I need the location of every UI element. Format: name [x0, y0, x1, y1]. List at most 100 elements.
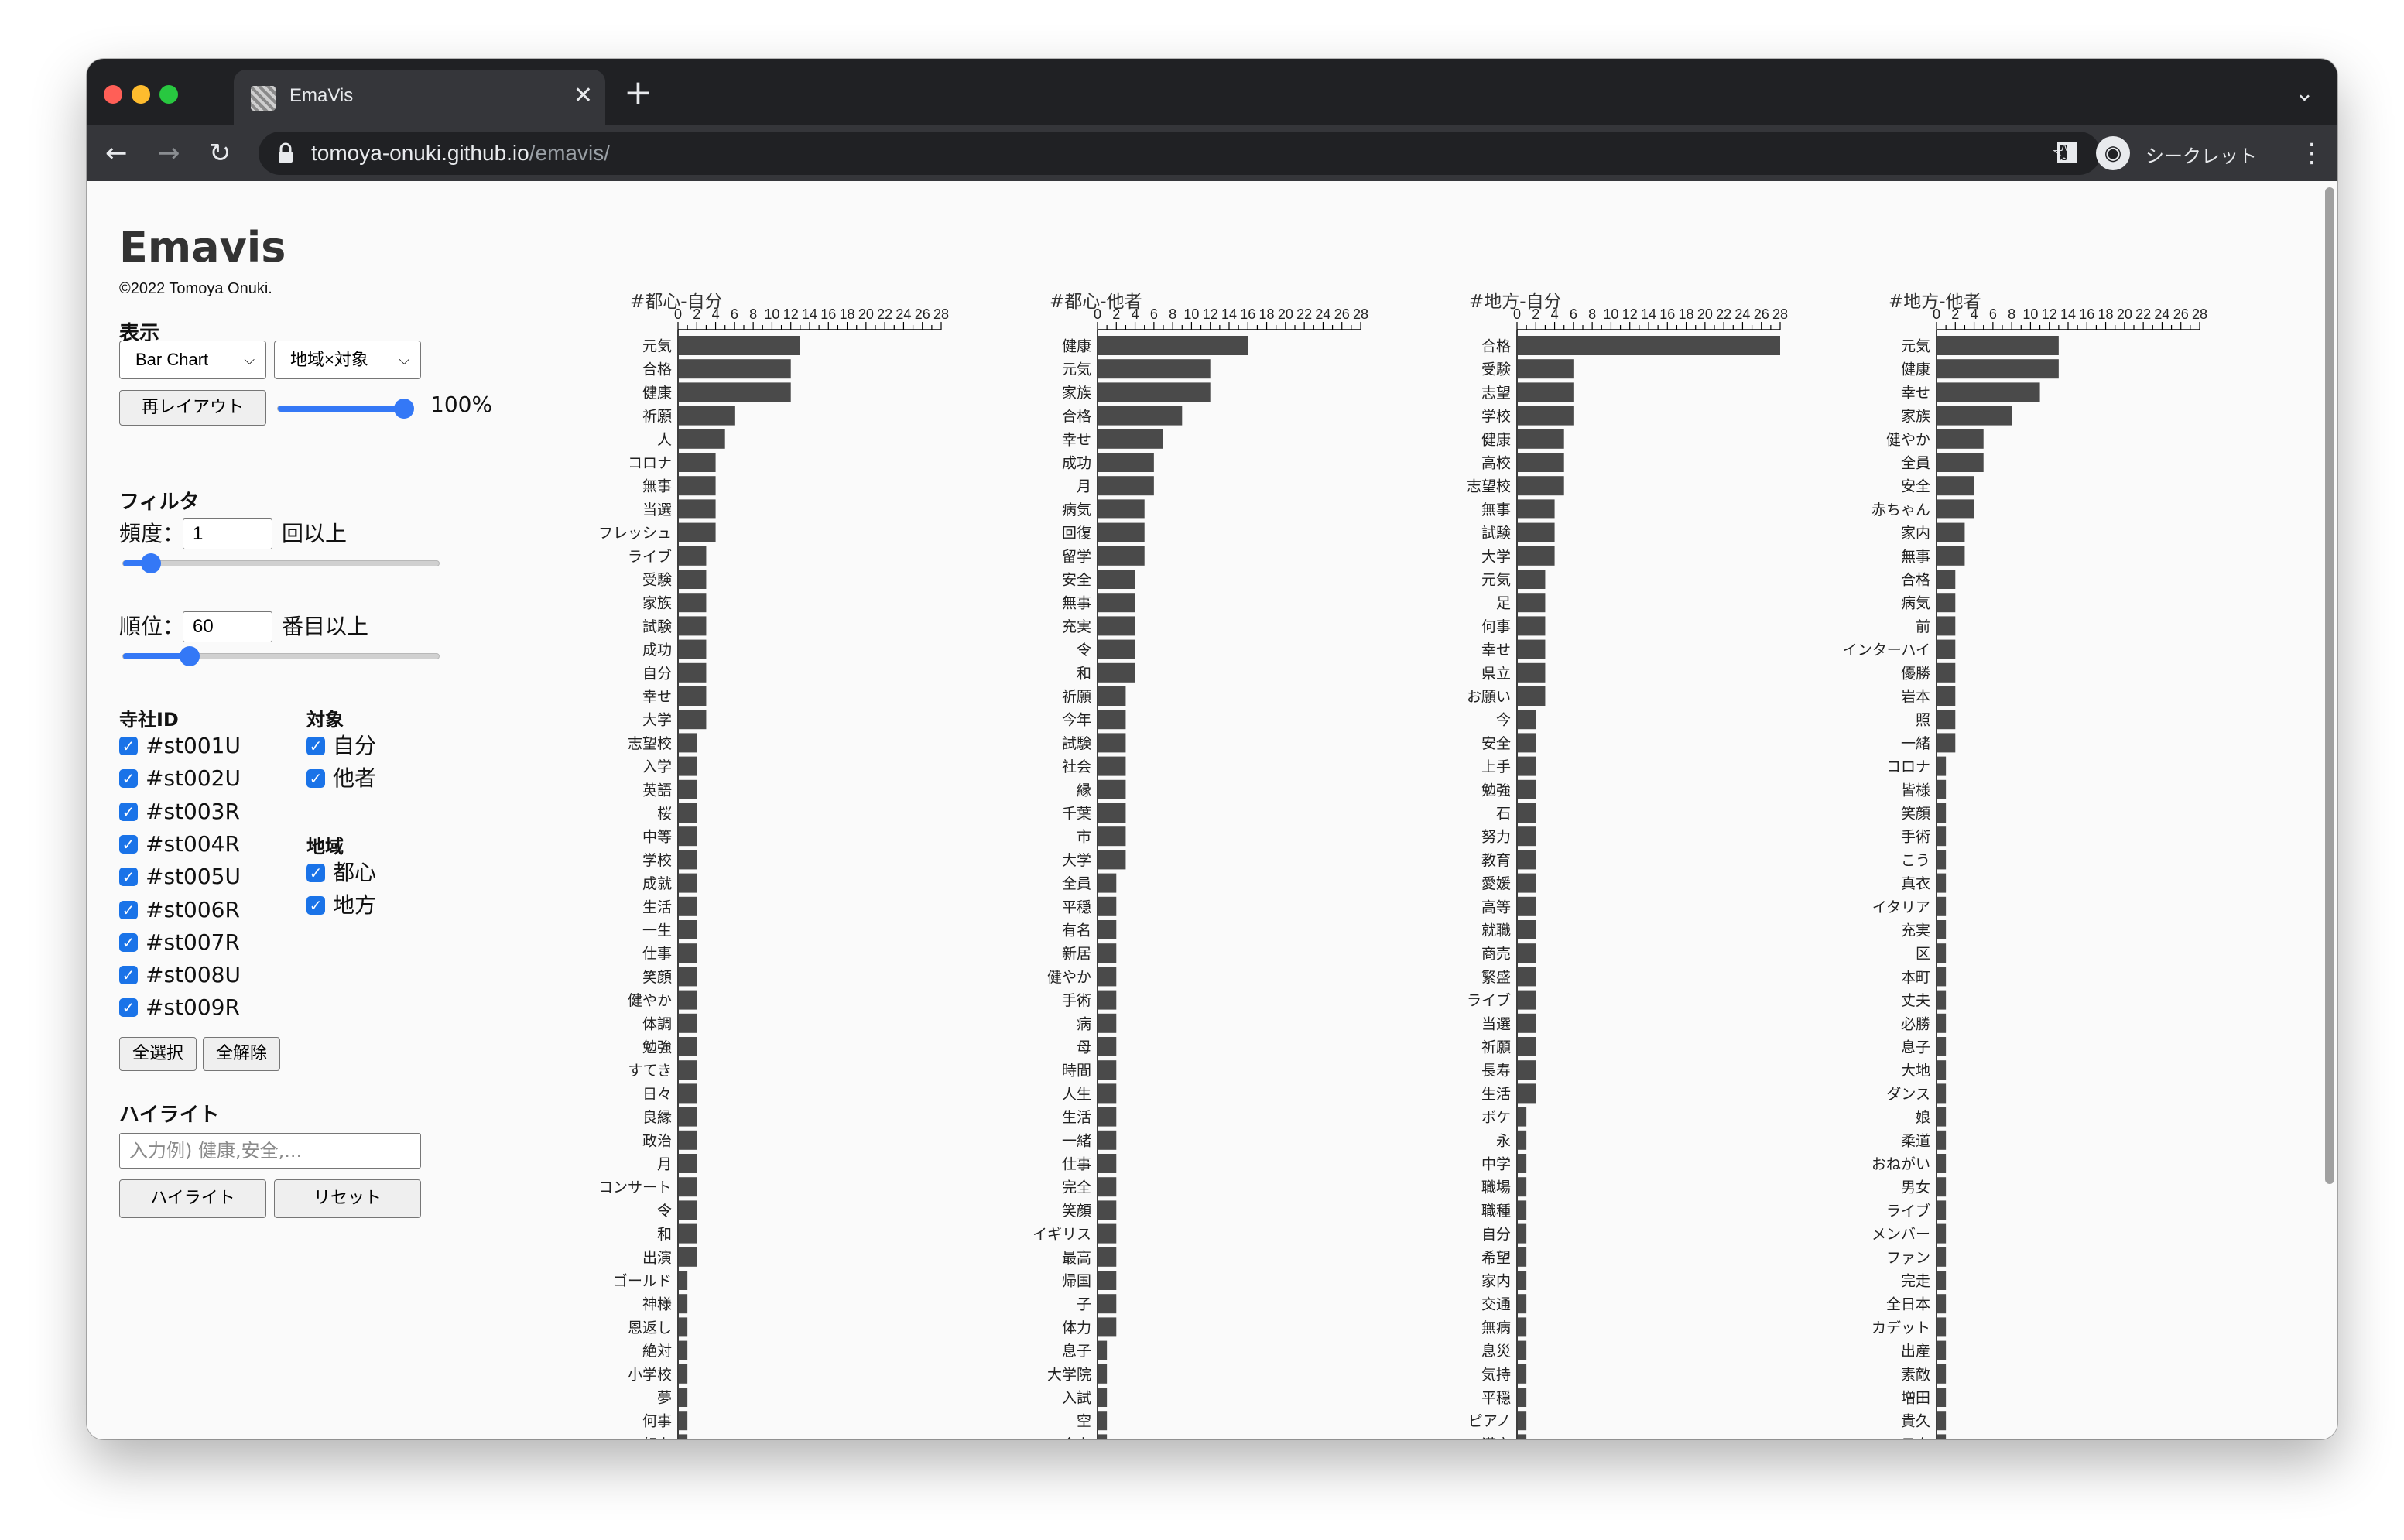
x-tick-label: 26: [1334, 306, 1350, 322]
checkbox-check-icon[interactable]: ✓: [306, 737, 325, 755]
category-label: 娘: [1916, 1109, 1930, 1126]
category-label: 試験: [1481, 525, 1511, 542]
category-label: 前: [1916, 618, 1930, 635]
category-label: 息子: [1062, 1343, 1091, 1360]
address-bar[interactable]: tomoya-onuki.github.io/emavis/ ☆: [259, 132, 2101, 175]
category-label: 全日本: [1886, 1296, 1930, 1313]
browser-menu-icon[interactable]: ⋮: [2299, 136, 2325, 170]
bar: [1098, 920, 1117, 939]
grouping-select[interactable]: 地域×対象 ⌵: [274, 341, 421, 379]
rank-slider-thumb[interactable]: [180, 646, 200, 666]
forward-arrow-icon[interactable]: →: [158, 136, 180, 170]
x-tick-label: 10: [764, 306, 779, 322]
checkbox-check-icon[interactable]: ✓: [119, 834, 138, 854]
select-all-button[interactable]: 全選択: [119, 1037, 197, 1071]
category-label: 千葉: [1062, 806, 1091, 823]
checkbox-check-icon[interactable]: ✓: [306, 769, 325, 788]
zoom-slider-thumb[interactable]: [394, 399, 414, 419]
checkbox-check-icon[interactable]: ✓: [119, 933, 138, 952]
bar: [1098, 639, 1135, 659]
checkbox-check-icon[interactable]: ✓: [119, 966, 138, 985]
highlight-input[interactable]: [119, 1133, 421, 1169]
x-tick-label: 20: [2117, 306, 2132, 322]
highlight-text-field[interactable]: [120, 1134, 420, 1168]
checkbox-check-icon[interactable]: ✓: [119, 769, 138, 789]
shrine-id-label: #st004R: [146, 830, 240, 857]
category-label: コロナ: [628, 455, 672, 472]
bar: [1098, 1247, 1117, 1267]
checkbox-check-icon[interactable]: ✓: [119, 900, 138, 919]
bar: [1518, 1364, 1527, 1384]
tab-search-chevron-icon[interactable]: ⌄: [2295, 82, 2314, 105]
x-tick-label: 14: [1641, 306, 1656, 322]
side-panel-icon[interactable]: [2057, 142, 2077, 163]
bar: [1937, 1037, 1947, 1056]
page-scrollbar[interactable]: [2325, 187, 2334, 1184]
checkbox-check-icon[interactable]: ✓: [119, 802, 138, 821]
tab-strip: EmaVis ✕ + ⌄: [87, 59, 2337, 125]
relayout-button[interactable]: 再レイアウト: [119, 390, 266, 426]
shrine-id-label: #st001U: [146, 733, 241, 758]
rank-input[interactable]: 60: [183, 611, 272, 642]
highlight-button[interactable]: ハイライト: [119, 1179, 266, 1218]
x-tick-label: 22: [1296, 306, 1312, 322]
rank-slider[interactable]: [122, 646, 440, 666]
category-label: 生活: [642, 898, 672, 915]
incognito-icon[interactable]: ◉: [2096, 136, 2130, 170]
bar: [679, 1130, 697, 1150]
frequency-input[interactable]: 1: [183, 518, 272, 549]
target-label: 自分: [333, 733, 377, 758]
highlight-heading: ハイライト: [119, 1104, 220, 1127]
new-tab-icon[interactable]: +: [624, 76, 652, 110]
bar: [1518, 873, 1536, 893]
reload-icon[interactable]: ↻: [209, 136, 231, 170]
browser-toolbar: ← → ↻ tomoya-onuki.github.io/emavis/ ☆ ◉…: [87, 125, 2337, 181]
deselect-all-button[interactable]: 全解除: [203, 1037, 280, 1071]
category-label: イギリス: [1032, 1226, 1091, 1243]
close-window-button[interactable]: [104, 85, 122, 104]
category-label: 上手: [1481, 758, 1511, 775]
checkbox-check-icon[interactable]: ✓: [306, 896, 325, 915]
x-tick-label: 4: [1971, 306, 1978, 322]
minimize-window-button[interactable]: [132, 85, 150, 104]
bar-chart: 0 2 4 6 8 10 12 14 16 18 20 22 24 26 28健康元気家族合格幸せ成功月病気…: [1032, 306, 1368, 1439]
bar: [1518, 359, 1574, 379]
category-label: 完全: [1062, 1179, 1091, 1196]
checkbox-check-icon[interactable]: ✓: [306, 864, 325, 882]
tab-close-icon[interactable]: ✕: [574, 80, 593, 111]
active-tab[interactable]: EmaVis ✕: [234, 70, 605, 125]
reset-button[interactable]: リセット: [274, 1179, 421, 1218]
bar: [679, 1411, 688, 1431]
bar: [1937, 896, 1947, 916]
category-label: 完走: [1901, 1273, 1930, 1290]
back-arrow-icon[interactable]: ←: [105, 136, 128, 170]
category-label: 体調: [642, 1015, 672, 1032]
bar: [1098, 1130, 1117, 1150]
category-label: 無病: [1481, 1319, 1511, 1336]
bar: [1518, 733, 1536, 753]
maximize-window-button[interactable]: [159, 85, 178, 104]
bar: [679, 710, 707, 730]
bar: [1937, 570, 1956, 589]
category-label: ピアノ: [1468, 1413, 1511, 1430]
checkbox-check-icon[interactable]: ✓: [119, 868, 138, 887]
checkbox-check-icon[interactable]: ✓: [119, 737, 138, 755]
chart-type-select[interactable]: Bar Chart ⌵: [119, 341, 266, 379]
frequency-slider[interactable]: [122, 553, 440, 573]
zoom-slider[interactable]: [277, 399, 414, 419]
incognito-label[interactable]: シークレット: [2145, 141, 2257, 168]
category-label: 家内: [1481, 1273, 1511, 1290]
frequency-slider-thumb[interactable]: [141, 553, 161, 573]
category-label: 日向: [1901, 1436, 1930, 1439]
bar: [1098, 733, 1126, 753]
bar-chart: 0 2 4 6 8 10 12 14 16 18 20 22 24 26 28合格受験志望学校健康高校志望校…: [1467, 306, 1788, 1439]
bar: [1937, 1130, 1947, 1150]
bar: [1937, 826, 1947, 847]
bar: [679, 570, 707, 589]
x-tick-label: 22: [2135, 306, 2151, 322]
category-label: 家族: [1901, 408, 1930, 425]
checkbox-check-icon[interactable]: ✓: [119, 998, 138, 1018]
x-tick-label: 14: [802, 306, 817, 322]
category-label: 笑顔: [642, 969, 672, 986]
category-label: 勉強: [1481, 782, 1511, 799]
